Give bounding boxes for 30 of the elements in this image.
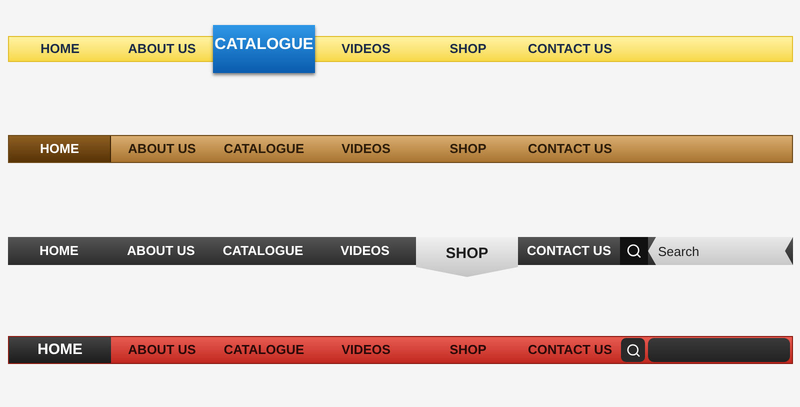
search-field[interactable] bbox=[648, 338, 790, 362]
nav-link[interactable]: HOME bbox=[9, 337, 111, 363]
nav-link[interactable]: VIDEOS bbox=[315, 139, 417, 159]
nav-link[interactable]: HOME bbox=[9, 39, 111, 59]
search-icon bbox=[626, 243, 642, 259]
search-icon bbox=[626, 342, 640, 358]
nav-link[interactable]: CATALOGUE bbox=[213, 139, 315, 159]
nav-link[interactable]: VIDEOS bbox=[314, 241, 416, 261]
nav-link[interactable]: SHOP bbox=[416, 237, 518, 277]
nav-link[interactable]: CATALOGUE bbox=[213, 340, 315, 360]
nav-link[interactable]: VIDEOS bbox=[315, 340, 417, 360]
nav-link[interactable]: HOME bbox=[9, 136, 111, 162]
nav-link[interactable]: CATALOGUE bbox=[213, 25, 315, 73]
nav-link[interactable]: SHOP bbox=[417, 139, 519, 159]
nav-link[interactable]: CONTACT US bbox=[519, 340, 621, 360]
nav-link[interactable]: SHOP bbox=[417, 340, 519, 360]
search-field[interactable]: Search bbox=[648, 237, 793, 265]
nav-link[interactable]: CONTACT US bbox=[519, 39, 621, 59]
search-button[interactable] bbox=[620, 237, 648, 265]
nav-link[interactable]: ABOUT US bbox=[111, 139, 213, 159]
nav-link[interactable]: CATALOGUE bbox=[212, 241, 314, 261]
nav-link[interactable]: ABOUT US bbox=[110, 241, 212, 261]
nav-link[interactable]: CONTACT US bbox=[519, 139, 621, 159]
nav-link[interactable]: SHOP bbox=[417, 39, 519, 59]
nav-link[interactable]: ABOUT US bbox=[111, 340, 213, 360]
nav-link[interactable]: ABOUT US bbox=[111, 39, 213, 59]
nav-link[interactable]: CONTACT US bbox=[518, 241, 620, 261]
search-button[interactable] bbox=[621, 338, 645, 362]
nav-link[interactable]: VIDEOS bbox=[315, 39, 417, 59]
nav-link[interactable]: HOME bbox=[8, 241, 110, 261]
